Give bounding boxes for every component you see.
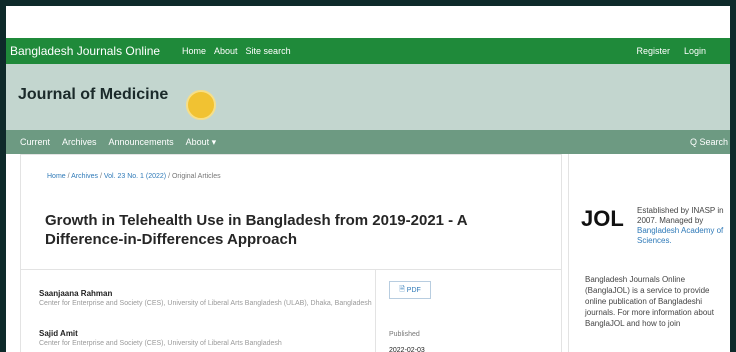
subnav-about[interactable]: About ▾ (186, 137, 217, 148)
jol-logo: JOL (581, 206, 624, 231)
breadcrumb-archives[interactable]: Archives (71, 173, 98, 180)
nav-site-search-link[interactable]: Site search (246, 46, 291, 56)
divider (21, 269, 561, 270)
sidebar-description: Bangladesh Journals Online (BanglaJOL) i… (585, 275, 714, 328)
article-panel: Home / Archives / Vol. 23 No. 1 (2022) /… (20, 154, 562, 352)
published-label: Published (389, 331, 420, 338)
journal-logo-icon (186, 90, 216, 120)
top-nav: Home About Site search (182, 46, 291, 56)
column-divider (375, 269, 376, 352)
page-frame: Bangladesh Journals Online Home About Si… (6, 6, 730, 352)
pdf-button[interactable]: 🗎 PDF (389, 281, 431, 299)
breadcrumb-separator: / (67, 173, 70, 180)
breadcrumb-separator: / (99, 173, 102, 180)
journal-title[interactable]: Journal of Medicine (18, 86, 168, 104)
site-name-link[interactable]: Bangladesh Journals Online (10, 44, 160, 58)
journal-header: Journal of Medicine (6, 64, 730, 130)
author-affiliation: Center for Enterprise and Society (CES),… (39, 340, 282, 347)
nav-home-link[interactable]: Home (182, 46, 206, 56)
author-affiliation: Center for Enterprise and Society (CES),… (39, 300, 372, 307)
login-link[interactable]: Login (684, 46, 706, 56)
nav-about-link[interactable]: About (214, 46, 238, 56)
jol-text: Established by INASP in 2007. Managed by (637, 206, 724, 225)
published-date: 2022-02-03 (389, 347, 425, 352)
content-area: Home / Archives / Vol. 23 No. 1 (2022) /… (6, 154, 730, 352)
author-name: Saanjaana Rahman (39, 289, 113, 298)
subnav-archives[interactable]: Archives (62, 137, 97, 148)
pdf-label: PDF (406, 286, 421, 294)
search-label: Q Search (689, 137, 728, 147)
breadcrumb-issue[interactable]: Vol. 23 No. 1 (2022) (104, 173, 166, 180)
breadcrumb: Home / Archives / Vol. 23 No. 1 (2022) /… (47, 173, 221, 180)
account-links: Register Login (636, 46, 706, 56)
breadcrumb-separator: / (168, 173, 171, 180)
top-bar: Bangladesh Journals Online Home About Si… (6, 38, 730, 64)
jol-info: Established by INASP in 2007. Managed by… (637, 206, 729, 246)
article-title: Growth in Telehealth Use in Bangladesh f… (45, 212, 468, 248)
author-item: Sajid Amit Center for Enterprise and Soc… (39, 329, 282, 347)
search-link[interactable]: Q Search (690, 137, 728, 147)
register-link[interactable]: Register (636, 46, 670, 56)
author-item: Saanjaana Rahman Center for Enterprise a… (39, 289, 372, 307)
sidebar: JOL Established by INASP in 2007. Manage… (568, 154, 730, 352)
subnav-announcements[interactable]: Announcements (109, 137, 174, 148)
pdf-icon: 🗎 (399, 285, 407, 293)
breadcrumb-home[interactable]: Home (47, 173, 66, 180)
author-name: Sajid Amit (39, 329, 78, 338)
bangladesh-academy-link[interactable]: Bangladesh Academy of Sciences. (637, 226, 723, 245)
subnav-current[interactable]: Current (20, 137, 50, 148)
journal-nav: Current Archives Announcements About ▾ Q… (6, 130, 730, 154)
breadcrumb-section: Original Articles (171, 173, 221, 180)
